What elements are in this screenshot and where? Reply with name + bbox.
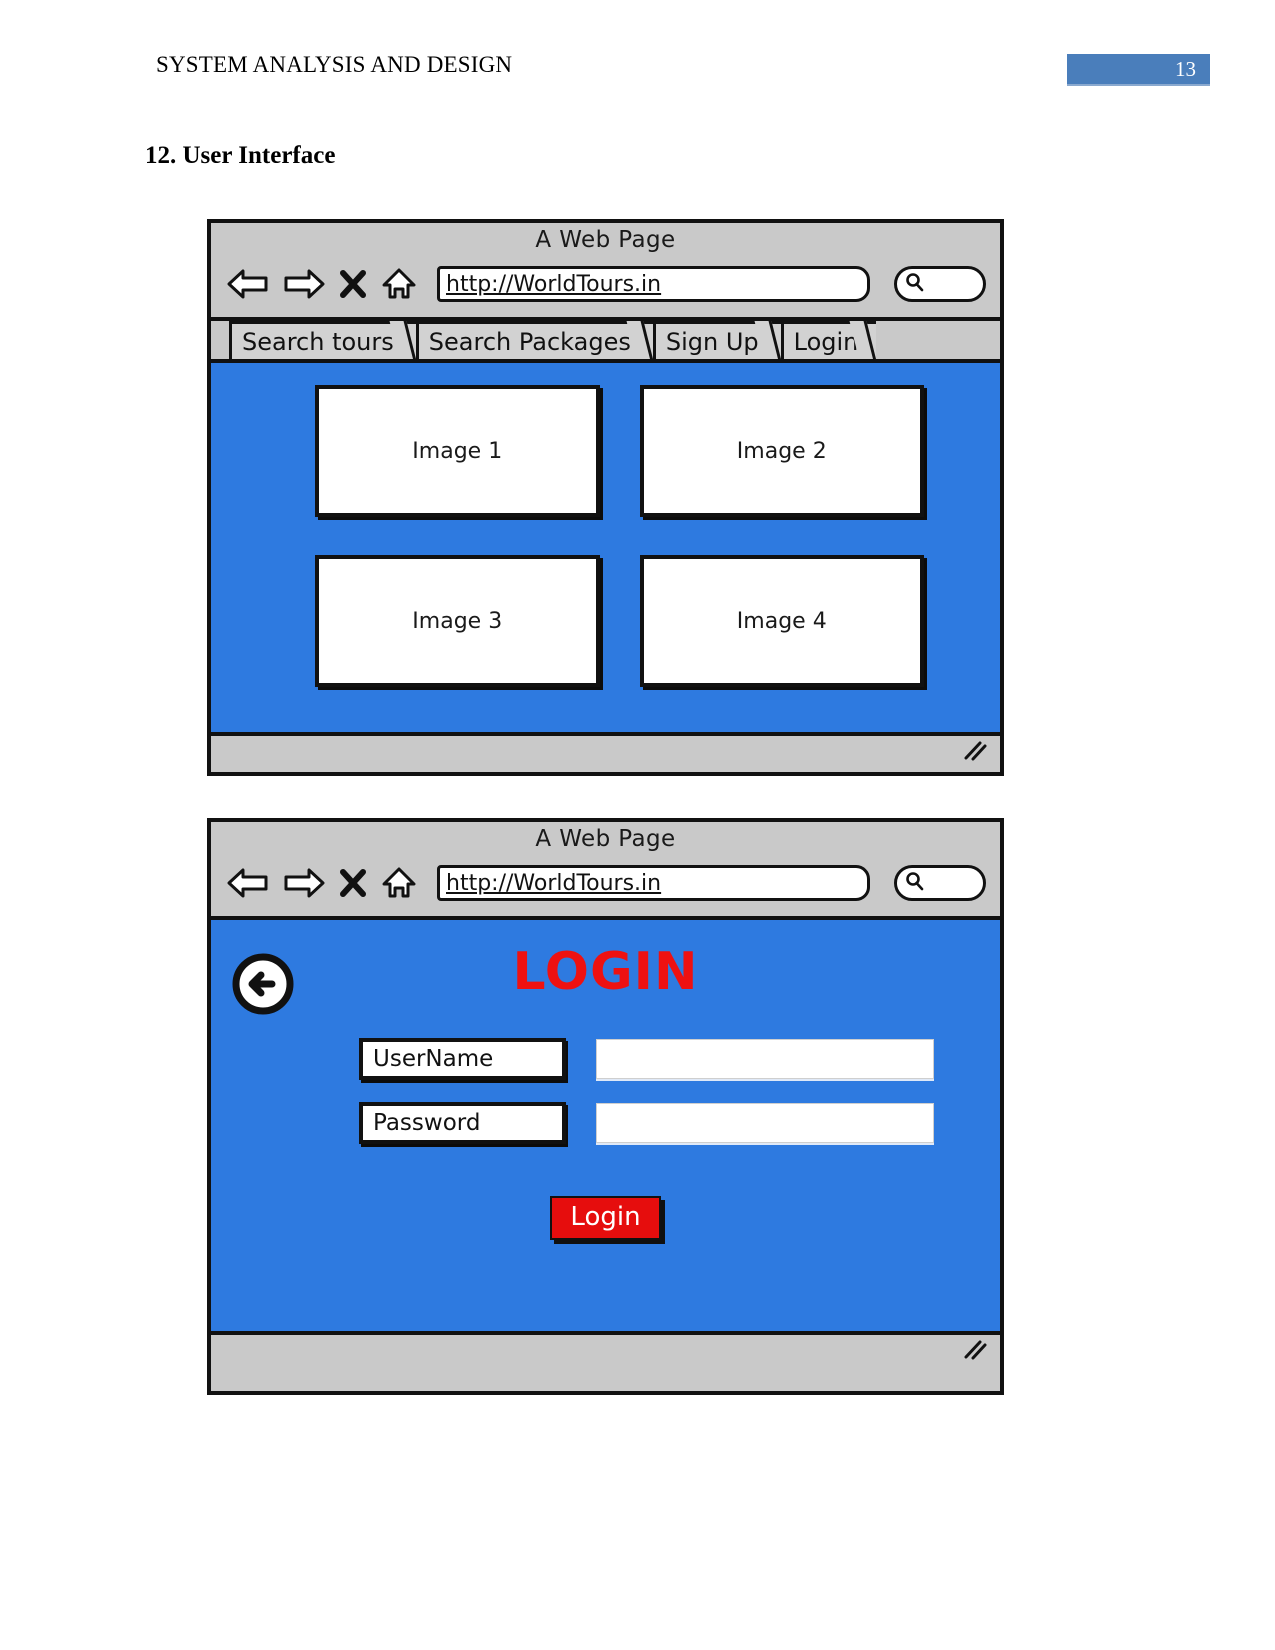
field-label-text: UserName bbox=[373, 1046, 494, 1072]
back-arrow-icon[interactable] bbox=[227, 267, 269, 301]
forward-arrow-icon[interactable] bbox=[283, 866, 325, 900]
tab-sign-up[interactable]: Sign Up bbox=[652, 321, 781, 359]
password-row: Password bbox=[359, 1102, 934, 1144]
login-submit-button[interactable]: Login bbox=[550, 1196, 661, 1240]
image-label: Image 2 bbox=[736, 438, 827, 464]
tab-bar: Search tours Search Packages Sign Up Log… bbox=[211, 321, 1000, 363]
image-placeholder[interactable]: Image 2 bbox=[639, 385, 924, 517]
password-label: Password bbox=[359, 1102, 566, 1144]
resize-grip-icon[interactable] bbox=[962, 1339, 988, 1361]
home-icon[interactable] bbox=[381, 866, 417, 900]
search-icon bbox=[903, 870, 925, 896]
login-content-area: LOGIN UserName Password Login bbox=[211, 920, 1000, 1331]
tab-label: Sign Up bbox=[665, 327, 759, 356]
tab-label: Login bbox=[793, 327, 859, 356]
browser-chrome: A Web Page http://WorldTours.in bbox=[211, 822, 1000, 920]
search-input[interactable] bbox=[894, 266, 986, 302]
password-input[interactable] bbox=[595, 1103, 934, 1143]
image-label: Image 1 bbox=[412, 438, 503, 464]
window-title: A Web Page bbox=[535, 826, 676, 852]
home-icon[interactable] bbox=[381, 267, 417, 301]
stop-x-icon[interactable] bbox=[339, 269, 367, 299]
home-page-mockup: A Web Page http://WorldTours.in Search t… bbox=[207, 219, 1004, 776]
status-bar bbox=[211, 732, 1000, 764]
image-placeholder[interactable]: Image 1 bbox=[315, 385, 600, 517]
search-input[interactable] bbox=[894, 865, 986, 901]
image-label: Image 4 bbox=[736, 608, 827, 634]
url-text: http://WorldTours.in bbox=[446, 271, 662, 297]
image-placeholder[interactable]: Image 3 bbox=[315, 555, 600, 687]
running-head: SYSTEM ANALYSIS AND DESIGN bbox=[156, 52, 513, 77]
window-title: A Web Page bbox=[535, 227, 676, 253]
browser-toolbar: http://WorldTours.in bbox=[227, 261, 990, 307]
stop-x-icon[interactable] bbox=[339, 868, 367, 898]
image-label: Image 3 bbox=[412, 608, 503, 634]
status-bar bbox=[211, 1331, 1000, 1363]
resize-grip-icon[interactable] bbox=[962, 740, 988, 762]
page-number: 13 bbox=[1175, 57, 1196, 81]
username-row: UserName bbox=[359, 1038, 934, 1080]
browser-chrome: A Web Page http://WorldTours.in bbox=[211, 223, 1000, 321]
tab-login[interactable]: Login bbox=[780, 321, 877, 359]
image-grid: Image 1 Image 2 Image 3 Image 4 bbox=[315, 385, 924, 687]
username-input[interactable] bbox=[595, 1039, 934, 1079]
page-content-area: Image 1 Image 2 Image 3 Image 4 bbox=[211, 363, 1000, 732]
browser-toolbar: http://WorldTours.in bbox=[227, 860, 990, 906]
url-text: http://WorldTours.in bbox=[446, 870, 662, 896]
tab-search-packages[interactable]: Search Packages bbox=[415, 321, 653, 359]
address-bar[interactable]: http://WorldTours.in bbox=[437, 865, 870, 901]
field-label-text: Password bbox=[373, 1110, 481, 1136]
back-arrow-icon[interactable] bbox=[227, 866, 269, 900]
page-title: 12. User Interface bbox=[145, 142, 336, 169]
search-icon bbox=[903, 271, 925, 297]
login-heading: LOGIN bbox=[512, 942, 699, 1002]
page-number-badge: 13 bbox=[1067, 54, 1210, 86]
login-form: UserName Password bbox=[359, 1038, 934, 1166]
login-page-mockup: A Web Page http://WorldTours.in LOGIN Us… bbox=[207, 818, 1004, 1395]
tab-label: Search tours bbox=[242, 327, 394, 356]
forward-arrow-icon[interactable] bbox=[283, 267, 325, 301]
tab-label: Search Packages bbox=[428, 327, 631, 356]
login-button-container: Login bbox=[211, 1196, 1000, 1240]
tab-search-tours[interactable]: Search tours bbox=[229, 321, 416, 359]
username-label: UserName bbox=[359, 1038, 566, 1080]
image-placeholder[interactable]: Image 4 bbox=[639, 555, 924, 687]
address-bar[interactable]: http://WorldTours.in bbox=[437, 266, 870, 302]
document-header: SYSTEM ANALYSIS AND DESIGN 13 bbox=[0, 52, 1275, 96]
